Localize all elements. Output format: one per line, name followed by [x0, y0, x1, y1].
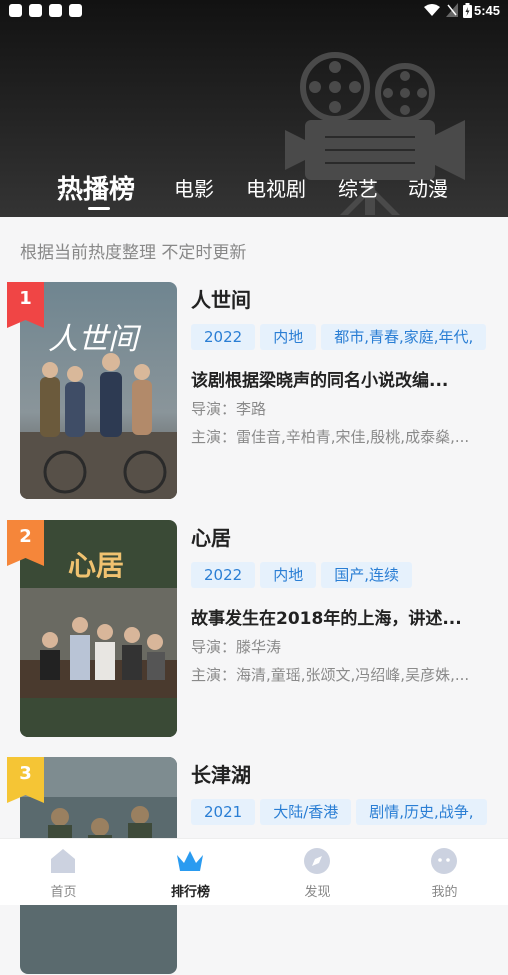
tag-year: 2022	[191, 324, 256, 350]
nav-discover[interactable]: 发现	[254, 839, 381, 905]
item-title[interactable]: 心居	[191, 522, 231, 551]
wifi-icon	[424, 4, 440, 16]
tag-list: 2022 内地 国产,连续	[191, 562, 491, 590]
item-title[interactable]: 长津湖	[191, 759, 251, 788]
crown-icon	[177, 851, 203, 871]
tab-anime[interactable]: 动漫	[408, 173, 448, 202]
notification-icon	[49, 4, 62, 17]
tag-region: 内地	[260, 562, 317, 588]
tag-year: 2022	[191, 562, 256, 588]
tag-genre: 剧情,历史,战争,	[356, 799, 487, 825]
tab-tv[interactable]: 电视剧	[246, 173, 306, 202]
item-description: 故事发生在2018年的上海，讲述...	[191, 609, 462, 629]
poster-title-text: 心居	[68, 549, 125, 582]
item-cast: 主演：雷佳音,辛柏青,宋佳,殷桃,成泰燊,...	[191, 428, 470, 446]
nav-home[interactable]: 首页	[0, 839, 127, 905]
category-tabs: 热播榜 电影 电视剧 综艺 动漫	[0, 165, 508, 215]
tab-variety[interactable]: 综艺	[338, 173, 378, 202]
item-director: 导演：李路	[191, 400, 267, 418]
bottom-navigation: 首页 排行榜 发现 我的	[0, 838, 508, 905]
status-bar: 5:45	[0, 0, 508, 24]
list-subtitle: 根据当前热度整理 不定时更新	[20, 243, 247, 263]
notification-icon	[69, 4, 82, 17]
tag-genre: 都市,青春,家庭,年代,	[321, 324, 487, 350]
rank-badge: 3	[7, 757, 44, 803]
compass-icon	[304, 848, 330, 874]
ranking-item[interactable]: 心居 2 心居 2022 内地 国产,连续 故事发生在2018年的上海，讲述... …	[0, 520, 508, 738]
tag-genre: 国产,连续	[321, 562, 412, 588]
status-time: 5:45	[473, 3, 500, 18]
tag-list: 2022 内地 都市,青春,家庭,年代,	[191, 324, 491, 352]
header-banner: 5:45 热播榜 电影 电视剧 综艺 动漫	[0, 0, 508, 217]
item-title[interactable]: 人世间	[191, 284, 251, 313]
rank-badge: 1	[7, 282, 44, 328]
tag-region: 内地	[260, 324, 317, 350]
notification-icon	[29, 4, 42, 17]
nav-ranking[interactable]: 排行榜	[127, 839, 254, 905]
item-cast: 主演：海清,童瑶,张颂文,冯绍峰,吴彦姝,...	[191, 666, 470, 684]
tag-region: 大陆/香港	[260, 799, 352, 825]
home-icon	[51, 849, 75, 873]
profile-icon	[431, 848, 457, 874]
nav-profile[interactable]: 我的	[381, 839, 508, 905]
ranking-item[interactable]: 人世间 1 人世间 2022 内地 都市,青春,家庭,年代, 该剧根据梁晓声的同名小…	[0, 282, 508, 500]
active-tab-indicator	[88, 207, 110, 210]
signal-icon	[446, 3, 458, 17]
tag-year: 2021	[191, 799, 256, 825]
notification-icon	[9, 4, 22, 17]
tab-movie[interactable]: 电影	[174, 173, 214, 202]
poster-title-text: 人世间	[48, 322, 138, 357]
battery-icon	[463, 3, 472, 18]
item-description: 该剧根据梁晓声的同名小说改编...	[191, 371, 449, 391]
tab-hot[interactable]: 热播榜	[57, 169, 135, 206]
rank-badge: 2	[7, 520, 44, 566]
item-director: 导演：滕华涛	[191, 638, 282, 656]
tag-list: 2021 大陆/香港 剧情,历史,战争,	[191, 799, 491, 827]
